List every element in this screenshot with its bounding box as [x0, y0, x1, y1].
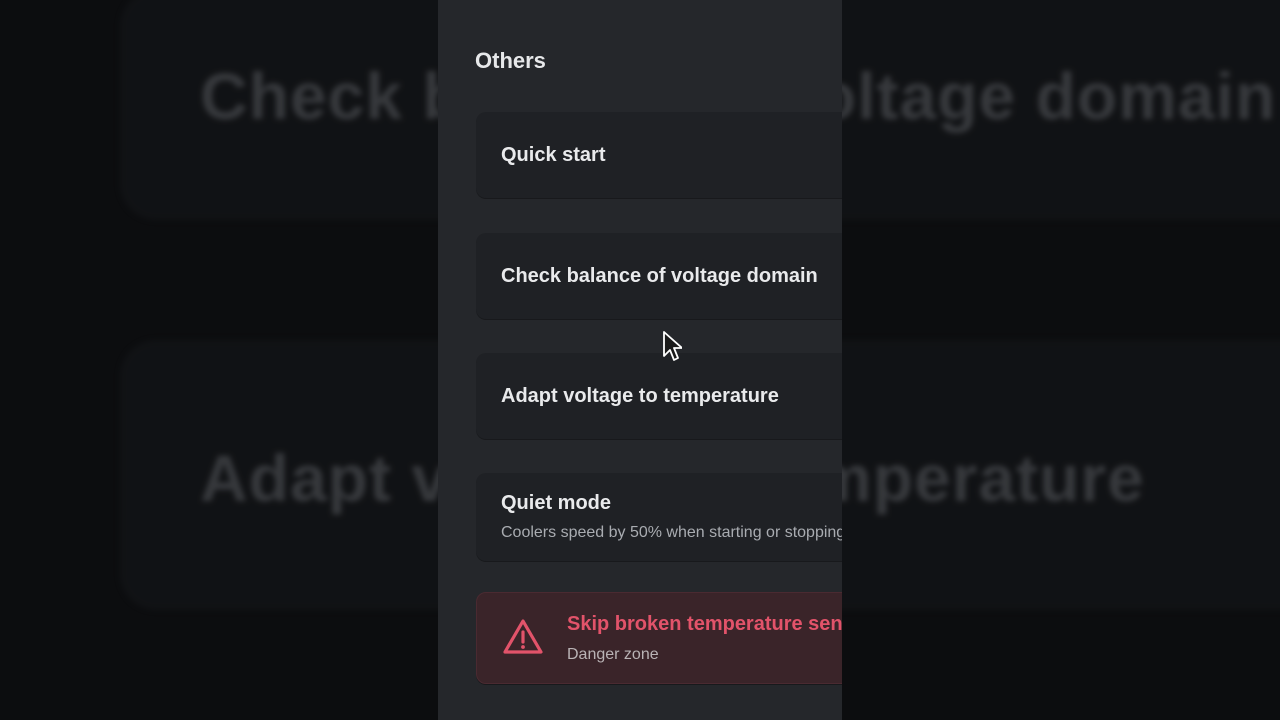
- quiet-mode-option[interactable]: Quiet mode Coolers speed by 50% when sta…: [476, 473, 842, 561]
- skip-broken-sensors-option[interactable]: Skip broken temperature sensors Danger z…: [476, 592, 842, 684]
- settings-panel: Others Quick start Check balance of volt…: [438, 0, 842, 720]
- danger-zone-caption: Danger zone: [567, 646, 659, 663]
- section-title: Others: [475, 48, 546, 73]
- screen: Check balance of voltage domain Adapt vo…: [0, 0, 1280, 720]
- check-balance-option[interactable]: Check balance of voltage domain: [476, 233, 842, 319]
- warning-triangle-icon: [503, 619, 543, 654]
- option-label: Skip broken temperature sensors: [567, 613, 842, 635]
- option-label: Quick start: [501, 144, 606, 166]
- option-description: Coolers speed by 50% when starting or st…: [501, 524, 842, 541]
- option-label: Quiet mode: [501, 492, 612, 514]
- option-label: Check balance of voltage domain: [501, 265, 818, 287]
- quick-start-option[interactable]: Quick start: [476, 112, 842, 198]
- option-label: Adapt voltage to temperature: [501, 385, 779, 407]
- mouse-pointer-icon: [663, 331, 682, 361]
- adapt-voltage-option[interactable]: Adapt voltage to temperature: [476, 353, 842, 439]
